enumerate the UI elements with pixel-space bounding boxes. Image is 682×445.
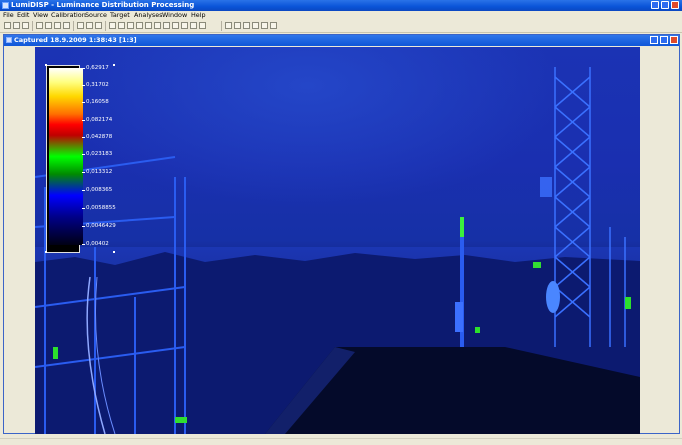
luminance-legend[interactable]: 0,62917 0,31702 0,16058 0,082174 0,04287… bbox=[45, 64, 116, 259]
legend-label: 0,0058855 bbox=[86, 205, 116, 211]
menu-help[interactable]: Help bbox=[191, 11, 206, 20]
toolbar-separator bbox=[32, 21, 33, 31]
legend-handle[interactable] bbox=[113, 64, 115, 66]
legend-label: 0,013312 bbox=[86, 169, 113, 175]
toolbar-separator bbox=[221, 21, 222, 31]
copy-icon[interactable] bbox=[45, 22, 52, 29]
legend-label: 0,082174 bbox=[86, 117, 113, 123]
legend-label: 0,0046429 bbox=[86, 223, 116, 229]
legend-tick bbox=[82, 137, 85, 138]
filter-icon[interactable] bbox=[154, 22, 161, 29]
legend-tick bbox=[82, 208, 85, 209]
grid-icon[interactable] bbox=[77, 22, 84, 29]
menu-calibration[interactable]: Calibration bbox=[51, 11, 86, 20]
legend-label: 0,042878 bbox=[86, 134, 113, 140]
legend-tick bbox=[82, 102, 85, 103]
rectangle-icon[interactable] bbox=[243, 22, 250, 29]
legend-tick bbox=[82, 120, 85, 121]
toolbar bbox=[0, 20, 682, 33]
new-file-icon[interactable] bbox=[4, 22, 11, 29]
table-icon[interactable] bbox=[95, 22, 102, 29]
legend-handle[interactable] bbox=[45, 251, 47, 253]
settings-icon[interactable] bbox=[190, 22, 197, 29]
image-icon[interactable] bbox=[86, 22, 93, 29]
image-window-titlebar[interactable]: Captured 18.9.2009 1:38:43 [1:3] bbox=[4, 35, 679, 46]
legend-tick bbox=[82, 244, 85, 245]
toolbar-separator bbox=[105, 21, 106, 31]
legend-handle[interactable] bbox=[45, 64, 47, 66]
legend-handle[interactable] bbox=[113, 251, 115, 253]
menu-analyses[interactable]: Analyses bbox=[134, 11, 163, 20]
open-file-icon[interactable] bbox=[13, 22, 20, 29]
histogram-icon[interactable] bbox=[118, 22, 125, 29]
close-button[interactable] bbox=[671, 1, 679, 9]
maximize-button[interactable] bbox=[661, 1, 669, 9]
legend-tick bbox=[82, 68, 85, 69]
legend-label: 0,31702 bbox=[86, 82, 109, 88]
legend-label: 0,023183 bbox=[86, 151, 113, 157]
menu-window[interactable]: Window bbox=[162, 11, 187, 20]
zoom-icon[interactable] bbox=[234, 22, 241, 29]
save-icon[interactable] bbox=[22, 22, 29, 29]
legend-label: 0,62917 bbox=[86, 65, 109, 71]
child-restore-button[interactable] bbox=[660, 36, 668, 44]
palette-icon[interactable] bbox=[145, 22, 152, 29]
legend-tick bbox=[82, 154, 85, 155]
app-icon bbox=[2, 2, 9, 9]
menu-file[interactable]: File bbox=[3, 11, 14, 20]
legend-label: 0,16058 bbox=[86, 99, 109, 105]
measure-icon[interactable] bbox=[163, 22, 170, 29]
chart-icon[interactable] bbox=[127, 22, 134, 29]
legend-tick bbox=[82, 226, 85, 227]
legend-label: 0,008365 bbox=[86, 187, 113, 193]
child-close-button[interactable] bbox=[670, 36, 678, 44]
toolbar-separator bbox=[73, 21, 74, 31]
image-window-title: Captured 18.9.2009 1:38:43 [1:3] bbox=[14, 36, 137, 44]
pen-icon[interactable] bbox=[261, 22, 268, 29]
lamp-icon[interactable] bbox=[109, 22, 116, 29]
export-icon[interactable] bbox=[172, 22, 179, 29]
legend-tick bbox=[82, 172, 85, 173]
legend-color-scale bbox=[49, 68, 83, 245]
minimize-button[interactable] bbox=[651, 1, 659, 9]
app-titlebar[interactable]: LumiDISP - Luminance Distribution Proces… bbox=[0, 0, 682, 11]
luminance-scene bbox=[35, 67, 640, 434]
luminance-image[interactable]: 0,62917 0,31702 0,16058 0,082174 0,04287… bbox=[35, 47, 640, 434]
pointer-icon[interactable] bbox=[225, 22, 232, 29]
dial-icon[interactable] bbox=[181, 22, 188, 29]
image-window-icon bbox=[6, 37, 12, 43]
paste-icon[interactable] bbox=[54, 22, 61, 29]
truck-icon[interactable] bbox=[199, 22, 206, 29]
line-icon[interactable] bbox=[270, 22, 277, 29]
legend-tick bbox=[82, 190, 85, 191]
app-title: LumiDISP - Luminance Distribution Proces… bbox=[11, 1, 195, 9]
legend-tick bbox=[82, 85, 85, 86]
map-icon[interactable] bbox=[136, 22, 143, 29]
camera-icon[interactable] bbox=[63, 22, 70, 29]
image-window[interactable]: Captured 18.9.2009 1:38:43 [1:3] 0,62917… bbox=[3, 34, 680, 434]
legend-label: 0,00402 bbox=[86, 241, 109, 247]
lasso-icon[interactable] bbox=[252, 22, 259, 29]
menu-view[interactable]: View bbox=[33, 11, 48, 20]
menu-bar: File Edit View Calibration Source Target… bbox=[0, 11, 682, 20]
print-icon[interactable] bbox=[36, 22, 43, 29]
menu-edit[interactable]: Edit bbox=[17, 11, 29, 20]
menu-source[interactable]: Source bbox=[85, 11, 107, 20]
child-minimize-button[interactable] bbox=[650, 36, 658, 44]
menu-target[interactable]: Target bbox=[110, 11, 130, 20]
